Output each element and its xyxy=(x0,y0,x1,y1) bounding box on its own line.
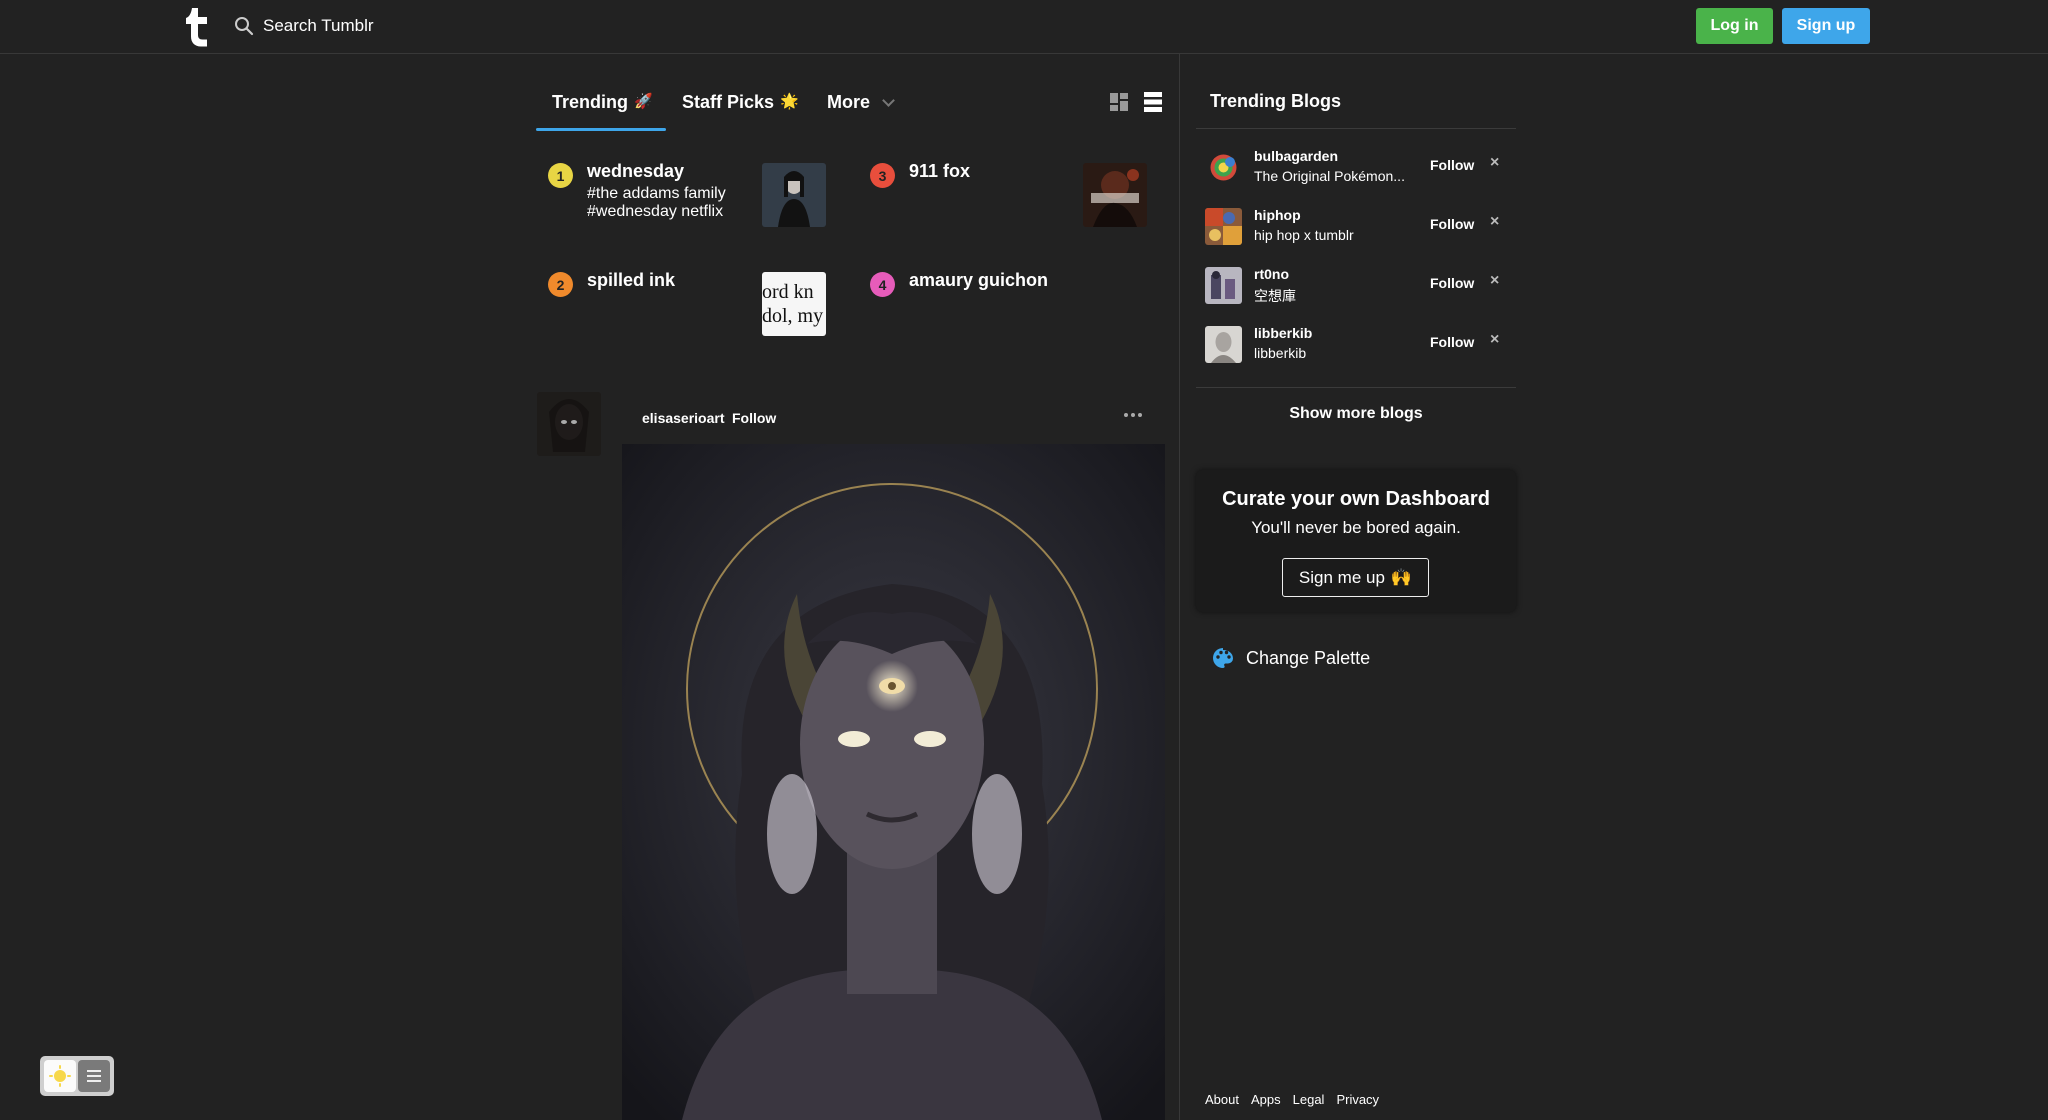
trending-title: amaury guichon xyxy=(909,270,1049,290)
divider xyxy=(1196,128,1516,129)
sun-icon[interactable] xyxy=(44,1060,76,1092)
footer-link-apps[interactable]: Apps xyxy=(1251,1092,1281,1107)
post-author-avatar[interactable] xyxy=(537,392,601,456)
sign-me-up-label: Sign me up xyxy=(1298,567,1385,587)
rank-badge: 3 xyxy=(870,163,895,188)
tab-more[interactable]: More xyxy=(827,92,895,132)
column-divider xyxy=(1179,54,1180,1120)
tab-more-label: More xyxy=(827,92,871,112)
blog-description: libberkib xyxy=(1254,345,1307,361)
star-icon: 🌟 xyxy=(780,93,799,110)
post-author-name[interactable]: elisaserioart xyxy=(642,410,725,426)
rank-badge: 4 xyxy=(870,272,895,297)
active-tab-indicator xyxy=(536,128,666,131)
avatar[interactable] xyxy=(1205,208,1242,245)
login-button[interactable]: Log in xyxy=(1696,8,1773,44)
show-more-blogs-button[interactable]: Show more blogs xyxy=(1196,405,1516,423)
dismiss-icon[interactable]: × xyxy=(1490,272,1499,290)
curate-title: Curate your own Dashboard xyxy=(1222,488,1490,510)
trending-thumbnail[interactable]: ord kn dol, my xyxy=(762,272,826,336)
avatar[interactable] xyxy=(1205,267,1242,304)
tab-staff-picks-label: Staff Picks xyxy=(682,92,775,112)
change-palette-label: Change Palette xyxy=(1246,647,1371,668)
follow-button[interactable]: Follow xyxy=(1430,334,1474,350)
footer-link-legal[interactable]: Legal xyxy=(1293,1092,1325,1107)
footer-link-privacy[interactable]: Privacy xyxy=(1336,1092,1379,1107)
signup-button[interactable]: Sign up xyxy=(1782,8,1870,44)
curate-dashboard-card: Curate your own Dashboard You'll never b… xyxy=(1196,470,1516,612)
top-navigation-bar: Search Tumblr Log in Sign up xyxy=(0,0,2048,54)
blog-name[interactable]: libberkib xyxy=(1254,325,1312,341)
thumbnail-text: dol, my xyxy=(762,305,824,327)
trending-thumbnail[interactable] xyxy=(762,163,826,227)
blog-name[interactable]: hiphop xyxy=(1254,207,1301,223)
dismiss-icon[interactable]: × xyxy=(1490,213,1499,231)
trending-tag[interactable]: #the addams family xyxy=(587,185,726,203)
follow-button[interactable]: Follow xyxy=(1430,275,1474,291)
divider xyxy=(1196,387,1516,388)
follow-button[interactable]: Follow xyxy=(1430,216,1474,232)
list-view-icon[interactable] xyxy=(1144,92,1162,112)
rank-badge: 1 xyxy=(548,163,573,188)
theme-toggle[interactable] xyxy=(40,1056,114,1096)
blog-row-libberkib[interactable]: libberkib libberkib Follow × xyxy=(1196,320,1516,378)
change-palette-button[interactable]: Change Palette xyxy=(1212,647,1370,669)
menu-icon[interactable] xyxy=(78,1060,110,1092)
chevron-down-icon xyxy=(882,94,895,107)
footer-links: About Apps Legal Privacy xyxy=(1205,1092,1379,1107)
tab-trending-label: Trending xyxy=(552,92,628,112)
blog-row-rt0no[interactable]: rt0no 空想庫 Follow × xyxy=(1196,261,1516,319)
tumblr-logo-icon[interactable] xyxy=(180,4,214,48)
trending-thumbnail[interactable] xyxy=(1083,163,1147,227)
raised-hands-icon: 🙌 xyxy=(1390,567,1413,587)
blog-row-hiphop[interactable]: hiphop hip hop x tumblr Follow × xyxy=(1196,202,1516,260)
dismiss-icon[interactable]: × xyxy=(1490,331,1499,349)
trending-blogs-title: Trending Blogs xyxy=(1210,91,1342,111)
tab-trending[interactable]: Trending 🚀 xyxy=(552,92,653,132)
blog-description: 空想庫 xyxy=(1254,289,1296,305)
sign-me-up-button[interactable]: Sign me up 🙌 xyxy=(1282,558,1429,597)
blog-description: The Original Pokémon... xyxy=(1254,168,1405,184)
trending-title: wednesday xyxy=(587,161,685,181)
palette-icon xyxy=(1213,648,1233,668)
post-more-options-icon[interactable] xyxy=(1124,413,1142,417)
grid-view-icon[interactable] xyxy=(1110,93,1128,111)
blog-name[interactable]: rt0no xyxy=(1254,266,1289,282)
post-image[interactable] xyxy=(622,444,1165,1120)
rank-badge: 2 xyxy=(548,272,573,297)
search-bar[interactable]: Search Tumblr xyxy=(234,14,374,38)
trending-tag[interactable]: #wednesday netflix xyxy=(587,203,723,221)
trending-title: spilled ink xyxy=(587,270,676,290)
avatar[interactable] xyxy=(1205,326,1242,363)
dismiss-icon[interactable]: × xyxy=(1490,154,1499,172)
trending-title: 911 fox xyxy=(909,161,971,181)
search-icon xyxy=(235,17,254,36)
blog-name[interactable]: bulbagarden xyxy=(1254,148,1338,164)
rocket-icon: 🚀 xyxy=(634,93,653,110)
blog-row-bulbagarden[interactable]: bulbagarden The Original Pokémon... Foll… xyxy=(1196,143,1516,201)
search-input[interactable]: Search Tumblr xyxy=(263,16,374,36)
tab-staff-picks[interactable]: Staff Picks 🌟 xyxy=(682,92,799,132)
blog-description: hip hop x tumblr xyxy=(1254,227,1354,243)
footer-link-about[interactable]: About xyxy=(1205,1092,1239,1107)
thumbnail-text: ord kn xyxy=(762,281,814,303)
curate-subtitle: You'll never be bored again. xyxy=(1251,518,1461,537)
follow-button[interactable]: Follow xyxy=(1430,157,1474,173)
avatar[interactable] xyxy=(1205,149,1242,186)
post-follow-button[interactable]: Follow xyxy=(732,410,776,426)
